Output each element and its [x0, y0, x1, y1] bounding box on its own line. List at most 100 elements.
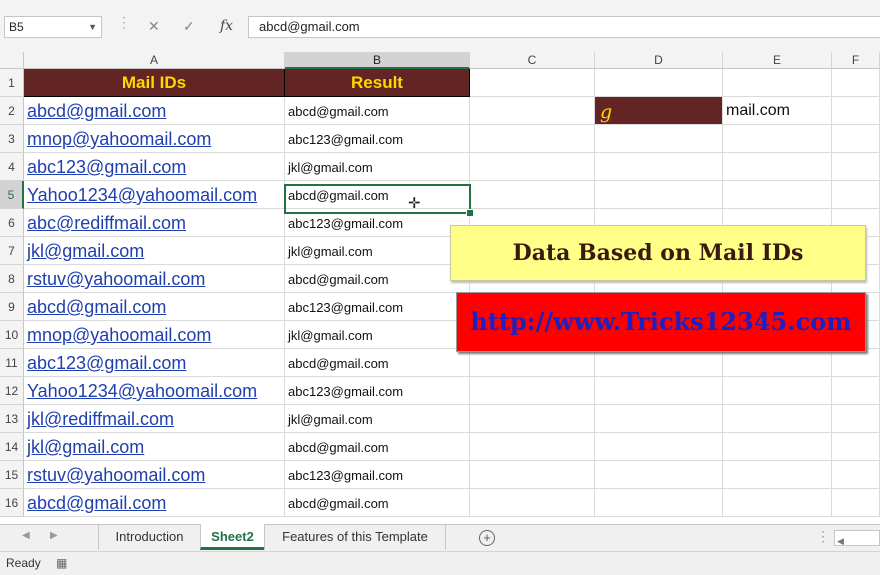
mail-id-link[interactable]: rstuv@yahoomail.com: [24, 265, 285, 293]
column-header-f[interactable]: F: [832, 52, 880, 69]
new-sheet-plus-icon[interactable]: +: [479, 530, 495, 546]
cell-f16[interactable]: [832, 489, 880, 517]
cell-d12[interactable]: [595, 377, 723, 405]
mail-id-link[interactable]: abcd@gmail.com: [24, 97, 285, 125]
mail-id-link[interactable]: abcd@gmail.com: [24, 293, 285, 321]
row-header-6[interactable]: 6: [0, 209, 24, 237]
cell-d14[interactable]: [595, 433, 723, 461]
mail-id-link[interactable]: abcd@gmail.com: [24, 489, 285, 517]
row-header-1[interactable]: 1: [0, 69, 24, 97]
cell-f3[interactable]: [832, 125, 880, 153]
formula-input[interactable]: abcd@gmail.com: [248, 16, 880, 38]
cell-f15[interactable]: [832, 461, 880, 489]
result-cell[interactable]: abc123@gmail.com: [285, 293, 470, 321]
cell-e13[interactable]: [723, 405, 832, 433]
macro-record-icon[interactable]: ▦: [56, 552, 67, 574]
cell-f13[interactable]: [832, 405, 880, 433]
cell-f14[interactable]: [832, 433, 880, 461]
row-header-5[interactable]: 5: [0, 181, 24, 209]
mail-id-link[interactable]: mnop@yahoomail.com: [24, 125, 285, 153]
cell-c5[interactable]: [470, 181, 595, 209]
scroll-tabs-right-icon[interactable]: ▶: [50, 530, 58, 541]
row-header-12[interactable]: 12: [0, 377, 24, 405]
cell-c2[interactable]: [470, 97, 595, 125]
mail-id-link[interactable]: jkl@rediffmail.com: [24, 405, 285, 433]
result-cell[interactable]: abcd@gmail.com: [285, 181, 470, 209]
cell-c11[interactable]: [470, 349, 595, 377]
row-header-16[interactable]: 16: [0, 489, 24, 517]
header-cell-mail-ids[interactable]: Mail IDs: [24, 69, 285, 97]
result-cell[interactable]: jkl@gmail.com: [285, 153, 470, 181]
cell-c1[interactable]: [470, 69, 595, 97]
result-cell[interactable]: jkl@gmail.com: [285, 321, 470, 349]
cell-d5[interactable]: [595, 181, 723, 209]
mail-id-link[interactable]: jkl@gmail.com: [24, 433, 285, 461]
tab-features-of-this-template[interactable]: Features of this Template: [264, 524, 446, 550]
header-cell-result[interactable]: Result: [285, 69, 470, 97]
row-header-3[interactable]: 3: [0, 125, 24, 153]
mail-id-link[interactable]: mnop@yahoomail.com: [24, 321, 285, 349]
row-header-10[interactable]: 10: [0, 321, 24, 349]
cell-e16[interactable]: [723, 489, 832, 517]
result-cell[interactable]: jkl@gmail.com: [285, 237, 470, 265]
result-cell[interactable]: abc123@gmail.com: [285, 209, 470, 237]
result-cell[interactable]: abcd@gmail.com: [285, 433, 470, 461]
mail-id-link[interactable]: Yahoo1234@yahoomail.com: [24, 377, 285, 405]
result-cell[interactable]: abcd@gmail.com: [285, 489, 470, 517]
cell-c4[interactable]: [470, 153, 595, 181]
tab-splitter-icon[interactable]: ⋮: [816, 528, 830, 545]
name-box[interactable]: B5 ▼: [4, 16, 102, 38]
horizontal-scrollbar[interactable]: ◀: [834, 530, 880, 546]
row-header-14[interactable]: 14: [0, 433, 24, 461]
cell-e14[interactable]: [723, 433, 832, 461]
tab-introduction[interactable]: Introduction: [98, 524, 200, 550]
mail-id-link[interactable]: abc123@gmail.com: [24, 153, 285, 181]
cell-e4[interactable]: [723, 153, 832, 181]
cell-d1[interactable]: [595, 69, 723, 97]
cell-d3[interactable]: [595, 125, 723, 153]
result-cell[interactable]: abc123@gmail.com: [285, 125, 470, 153]
insert-function-button[interactable]: fx: [220, 18, 233, 34]
cell-c12[interactable]: [470, 377, 595, 405]
tricks12345-url-banner[interactable]: http://www.Tricks12345.com: [456, 292, 866, 352]
row-header-13[interactable]: 13: [0, 405, 24, 433]
row-header-2[interactable]: 2: [0, 97, 24, 125]
column-header-e[interactable]: E: [723, 52, 832, 69]
result-cell[interactable]: abcd@gmail.com: [285, 97, 470, 125]
cell-f2[interactable]: [832, 97, 880, 125]
cell-e3[interactable]: [723, 125, 832, 153]
mail-id-link[interactable]: rstuv@yahoomail.com: [24, 461, 285, 489]
cell-e12[interactable]: [723, 377, 832, 405]
cell-e2[interactable]: mail.com: [723, 97, 832, 125]
row-header-15[interactable]: 15: [0, 461, 24, 489]
scroll-tabs-left-icon[interactable]: ◀: [22, 530, 30, 541]
cell-f5[interactable]: [832, 181, 880, 209]
result-cell[interactable]: abcd@gmail.com: [285, 265, 470, 293]
result-cell[interactable]: abcd@gmail.com: [285, 349, 470, 377]
cell-f11[interactable]: [832, 349, 880, 377]
cell-e11[interactable]: [723, 349, 832, 377]
cell-c14[interactable]: [470, 433, 595, 461]
result-cell[interactable]: abc123@gmail.com: [285, 377, 470, 405]
row-header-9[interactable]: 9: [0, 293, 24, 321]
mail-id-link[interactable]: abc123@gmail.com: [24, 349, 285, 377]
data-based-on-mail-ids-banner[interactable]: Data Based on Mail IDs: [450, 225, 866, 281]
cell-f1[interactable]: [832, 69, 880, 97]
row-header-11[interactable]: 11: [0, 349, 24, 377]
cell-d2[interactable]: g: [595, 97, 723, 125]
scroll-left-arrow-icon[interactable]: ◀: [835, 536, 844, 546]
cell-d15[interactable]: [595, 461, 723, 489]
row-header-8[interactable]: 8: [0, 265, 24, 293]
cell-e15[interactable]: [723, 461, 832, 489]
cell-f4[interactable]: [832, 153, 880, 181]
column-header-a[interactable]: A: [24, 52, 285, 69]
mail-id-link[interactable]: Yahoo1234@yahoomail.com: [24, 181, 285, 209]
cell-f12[interactable]: [832, 377, 880, 405]
result-cell[interactable]: abc123@gmail.com: [285, 461, 470, 489]
row-header-4[interactable]: 4: [0, 153, 24, 181]
mail-id-link[interactable]: abc@rediffmail.com: [24, 209, 285, 237]
cell-d11[interactable]: [595, 349, 723, 377]
name-box-dropdown-icon[interactable]: ▼: [88, 17, 97, 37]
cancel-icon[interactable]: ✕: [148, 18, 160, 35]
result-cell[interactable]: jkl@gmail.com: [285, 405, 470, 433]
